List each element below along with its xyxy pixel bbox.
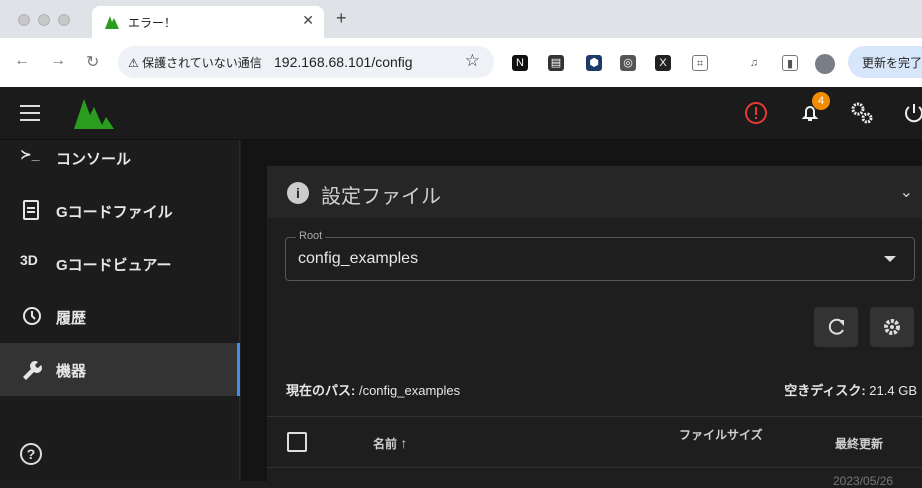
gear-icon bbox=[884, 319, 900, 335]
tab-title: エラー！ bbox=[128, 16, 177, 30]
path-value: /config_examples bbox=[358, 383, 461, 398]
sidebar-item-label: Gコードファイル bbox=[56, 204, 173, 221]
x-extension-icon[interactable]: X bbox=[655, 55, 671, 71]
reload-icon[interactable]: ↻ bbox=[86, 52, 99, 72]
current-path: 現在のパス: /config_examples bbox=[286, 380, 460, 399]
minimize-window-button[interactable] bbox=[38, 14, 50, 26]
tab-close-icon[interactable]: ✕ bbox=[302, 12, 314, 29]
path-label: 現在のパス: bbox=[286, 383, 356, 398]
forward-icon[interactable]: → bbox=[50, 52, 66, 70]
browser-tab[interactable]: エラー！ ✕ bbox=[92, 6, 324, 38]
config-files-card: i 設定ファイル ⌄ Root config_examples 現在のパス: /… bbox=[267, 166, 922, 488]
sidebar-item-label: 機器 bbox=[56, 363, 87, 380]
new-tab-button[interactable]: + bbox=[336, 8, 347, 29]
refresh-icon bbox=[828, 318, 844, 335]
root-select-label: Root bbox=[296, 230, 326, 242]
refresh-button[interactable] bbox=[814, 307, 858, 347]
sidebar-item-history[interactable]: 履歴 bbox=[0, 290, 240, 343]
sidebar-item-machine[interactable]: 機器 bbox=[0, 343, 240, 396]
extensions-puzzle-icon[interactable]: ⌗ bbox=[692, 55, 708, 71]
sidebar-item-label: Gコードビュアー bbox=[56, 257, 172, 274]
select-all-checkbox[interactable] bbox=[287, 432, 307, 452]
sidebar-item-gcode-viewer[interactable]: 3D Gコードビュアー bbox=[0, 237, 240, 290]
wrench-icon bbox=[23, 361, 42, 380]
media-control-icon[interactable]: ♫ bbox=[746, 55, 762, 71]
history-icon bbox=[23, 307, 41, 325]
bookmark-star-icon[interactable]: ☆ bbox=[465, 51, 480, 71]
tab-favicon-icon bbox=[105, 16, 119, 29]
security-label: 保護されていない通信 bbox=[142, 56, 262, 70]
mainsail-logo-icon[interactable] bbox=[72, 95, 116, 131]
disk-value: 21.4 GB bbox=[869, 383, 917, 398]
3d-icon: 3D bbox=[20, 252, 38, 268]
sort-ascending-icon: ↑ bbox=[400, 435, 408, 451]
update-button[interactable]: 更新を完了 bbox=[848, 46, 922, 78]
dropdown-arrow-icon bbox=[884, 256, 896, 262]
column-name[interactable]: 名前 ↑ bbox=[373, 435, 407, 452]
side-panel-icon[interactable]: ▮ bbox=[782, 55, 798, 71]
security-warning[interactable]: ⚠ 保護されていない通信 bbox=[128, 54, 262, 71]
menu-hamburger-icon[interactable] bbox=[20, 105, 40, 121]
browser-toolbar: ← → ↻ ⚠ 保護されていない通信 192.168.68.101/config… bbox=[0, 38, 922, 87]
maximize-window-button[interactable] bbox=[58, 14, 70, 26]
column-file-size[interactable]: ファイルサイズ bbox=[679, 426, 763, 443]
help-icon[interactable]: ? bbox=[20, 443, 42, 465]
sidebar-item-console[interactable]: ≻_ コンソール bbox=[0, 131, 240, 184]
file-document-icon bbox=[23, 200, 39, 220]
sidebar-item-label: コンソール bbox=[56, 151, 132, 168]
power-icon[interactable] bbox=[902, 101, 922, 125]
close-window-button[interactable] bbox=[18, 14, 30, 26]
card-header[interactable]: i 設定ファイル ⌄ bbox=[267, 166, 922, 218]
sidebar-item-label: 履歴 bbox=[56, 310, 87, 327]
profile-avatar[interactable] bbox=[815, 54, 835, 74]
address-bar[interactable]: ⚠ 保護されていない通信 192.168.68.101/config ☆ bbox=[118, 46, 494, 78]
console-icon: ≻_ bbox=[20, 146, 40, 162]
settings-gears-icon[interactable] bbox=[850, 101, 874, 125]
card-title: 設定ファイル bbox=[321, 186, 441, 208]
error-alert-icon[interactable] bbox=[744, 101, 768, 125]
free-disk: 空きディスク: 21.4 GB bbox=[784, 380, 917, 399]
notification-badge: 4 bbox=[812, 92, 830, 110]
browser-tab-strip: エラー！ ✕ + bbox=[0, 0, 922, 38]
back-icon[interactable]: ← bbox=[14, 52, 30, 70]
chatgpt-extension-icon[interactable]: ◎ bbox=[620, 55, 636, 71]
disk-label: 空きディスク: bbox=[784, 383, 866, 398]
clipboard-extension-icon[interactable]: ▤ bbox=[548, 55, 564, 71]
root-select[interactable]: Root config_examples bbox=[285, 230, 915, 281]
sidebar-item-gcode-files[interactable]: Gコードファイル bbox=[0, 184, 240, 237]
config-settings-button[interactable] bbox=[870, 307, 914, 347]
notion-extension-icon[interactable]: N bbox=[512, 55, 528, 71]
column-last-modified[interactable]: 最終更新 bbox=[835, 435, 883, 452]
table-header: 名前 ↑ ファイルサイズ 最終更新 bbox=[267, 416, 922, 468]
info-icon: i bbox=[287, 182, 309, 204]
hex-extension-icon[interactable]: ⬢ bbox=[586, 55, 602, 71]
chevron-down-icon[interactable]: ⌄ bbox=[900, 182, 913, 202]
root-select-value: config_examples bbox=[298, 250, 419, 267]
first-row-date: 2023/05/26 bbox=[833, 474, 894, 488]
main-content: i 設定ファイル ⌄ Root config_examples 現在のパス: /… bbox=[241, 140, 922, 488]
url-text: 192.168.68.101/config bbox=[274, 54, 413, 70]
sidebar: ≻_ コンソール Gコードファイル 3D Gコードビュアー 履歴 機器 ? bbox=[0, 140, 240, 481]
